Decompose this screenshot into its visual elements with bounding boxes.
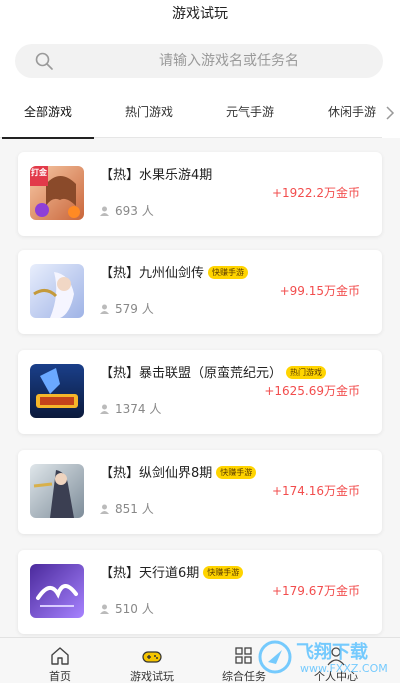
watermark-title: 飞翔下载 <box>296 642 368 663</box>
watermark-url: www.FXXZ.COM <box>300 662 388 675</box>
search-placeholder: 请输入游戏名或任务名 <box>159 53 299 69</box>
player-count-text: 510 人 <box>115 602 154 616</box>
chevron-right-icon <box>386 106 395 120</box>
user-icon <box>100 504 109 514</box>
game-title-text: 【热】天行道6期 <box>100 566 200 581</box>
player-count-text: 851 人 <box>115 502 154 516</box>
game-title-text: 【热】暴击联盟（原蛮荒纪元） <box>100 366 283 381</box>
player-count: 693 人 <box>100 202 154 219</box>
home-icon <box>51 647 69 665</box>
game-card[interactable]: 【热】纵剑仙界8期 快赚手游 851 人 +174.16万金币 <box>18 450 382 534</box>
game-card[interactable]: 【热】天行道6期 快赚手游 510 人 +179.67万金币 <box>18 550 382 634</box>
reward-amount: +179.67万金币 <box>271 584 360 598</box>
game-thumbnail <box>30 364 84 418</box>
player-count: 1374 人 <box>100 400 161 417</box>
game-thumbnail <box>30 264 84 318</box>
game-thumbnail <box>30 564 84 618</box>
game-title: 【热】九州仙剑传 快赚手游 <box>100 262 249 281</box>
game-title-text: 【热】纵剑仙界8期 <box>100 466 213 481</box>
game-title: 【热】纵剑仙界8期 快赚手游 <box>100 462 257 481</box>
site-watermark: 飞翔下载 www.FXXZ.COM <box>254 632 394 682</box>
thumbnail-badge: 打金 <box>31 168 47 177</box>
category-tabs: 全部游戏 热门游戏 元气手游 休闲手游 <box>0 88 400 139</box>
game-title: 【热】暴击联盟（原蛮荒纪元） 热门游戏 <box>100 362 327 381</box>
game-card[interactable]: 【热】九州仙剑传 快赚手游 579 人 +99.15万金币 <box>18 250 382 334</box>
category-tag: 快赚手游 <box>208 266 249 279</box>
game-thumbnail: 打金 <box>30 166 84 220</box>
player-count: 510 人 <box>100 600 154 617</box>
reward-amount: +174.16万金币 <box>271 484 360 498</box>
category-tag: 快赚手游 <box>203 566 244 579</box>
category-tag: 热门游戏 <box>286 366 327 379</box>
game-card[interactable]: 【热】暴击联盟（原蛮荒纪元） 热门游戏 1374 人 +1625.69万金币 <box>18 350 382 434</box>
game-title-text: 【热】九州仙剑传 <box>100 266 205 281</box>
category-tag: 快赚手游 <box>216 466 257 479</box>
user-icon <box>100 404 109 414</box>
game-title: 【热】水果乐游4期 <box>100 164 212 183</box>
tab-casual-games[interactable]: 休闲手游 <box>328 88 376 138</box>
player-count: 851 人 <box>100 500 154 517</box>
nav-home-label: 首页 <box>49 670 71 683</box>
page-title: 游戏试玩 <box>172 6 228 22</box>
gamepad-icon <box>142 651 162 663</box>
nav-game-trial-label: 游戏试玩 <box>130 670 174 683</box>
player-count-text: 1374 人 <box>115 402 162 416</box>
tab-all-games[interactable]: 全部游戏 <box>1 88 95 139</box>
tab-yuanqi-games[interactable]: 元气手游 <box>226 88 274 138</box>
player-count: 579 人 <box>100 300 154 317</box>
user-icon <box>100 206 109 216</box>
user-icon <box>100 304 109 314</box>
nav-home[interactable]: 首页 <box>14 638 106 683</box>
game-card[interactable]: 打金 【热】水果乐游4期 693 人 +1922.2万金币 <box>18 152 382 236</box>
game-title-text: 【热】水果乐游4期 <box>100 168 213 183</box>
reward-amount: +1922.2万金币 <box>271 186 360 200</box>
nav-game-trial[interactable]: 游戏试玩 <box>106 638 198 683</box>
game-thumbnail <box>30 464 84 518</box>
tabs-more-button[interactable] <box>382 88 400 138</box>
search-area: 请输入游戏名或任务名 <box>0 36 400 88</box>
tab-hot-games[interactable]: 热门游戏 <box>125 88 173 138</box>
game-title: 【热】天行道6期 快赚手游 <box>100 562 244 581</box>
reward-amount: +99.15万金币 <box>279 284 360 298</box>
grid-icon <box>235 647 252 664</box>
user-icon <box>100 604 109 614</box>
top-bar: 游戏试玩 <box>0 0 400 36</box>
player-count-text: 693 人 <box>115 204 154 218</box>
player-count-text: 579 人 <box>115 302 154 316</box>
search-input[interactable]: 请输入游戏名或任务名 <box>15 44 383 78</box>
reward-amount: +1625.69万金币 <box>264 384 360 398</box>
watermark-logo <box>258 640 292 674</box>
